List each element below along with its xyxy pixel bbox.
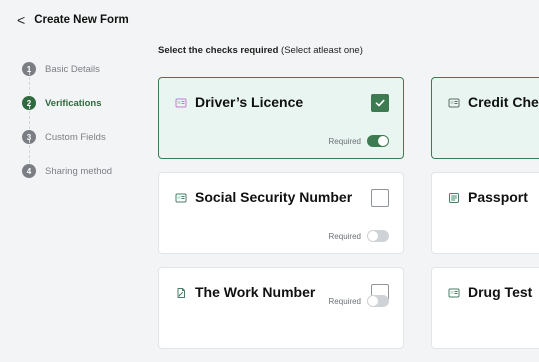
instruction-rest: (Select atleast one) [278, 45, 363, 56]
step-label: Sharing method [45, 165, 113, 177]
toggle-knob [368, 296, 378, 306]
instruction-strong: Select the checks required [158, 45, 279, 56]
topbar: < Create New Form [0, 0, 539, 40]
check-icon [375, 99, 385, 107]
passport-icon [448, 191, 460, 203]
page-title: Create New Form [34, 14, 129, 26]
step-sharing-method[interactable]: 4 Sharing method [22, 154, 142, 188]
create-new-form-page: < Create New Form 1 Basic Details 2 Veri… [0, 0, 539, 362]
card-title: Drug Test [468, 284, 533, 300]
required-toggle-row: Required [329, 230, 389, 242]
card-title: Driver’s Licence [195, 94, 304, 110]
id-card-icon [175, 191, 187, 203]
sidebar: 1 Basic Details 2 Verifications 3 Custom… [14, 40, 142, 362]
main-content: Select the checks required (Select atlea… [142, 40, 539, 362]
checkbox[interactable] [371, 189, 389, 207]
toggle-knob [368, 231, 378, 241]
step-label: Custom Fields [45, 131, 106, 143]
required-toggle-row: Required [329, 295, 389, 307]
verification-card-the-work-number[interactable]: The Work Number Required [158, 267, 404, 349]
step-label: Basic Details [45, 63, 100, 75]
step-verifications[interactable]: 2 Verifications [22, 86, 142, 134]
required-toggle[interactable] [367, 230, 389, 242]
toggle-knob [378, 136, 388, 146]
card-header: Drug Test [448, 284, 532, 300]
card-header: Credit Chec [448, 94, 539, 110]
stepper: 1 Basic Details 2 Verifications 3 Custom… [22, 52, 142, 188]
id-card-icon [448, 96, 460, 108]
card-header: The Work Number [175, 284, 315, 300]
step-custom-fields[interactable]: 3 Custom Fields [22, 120, 142, 168]
required-toggle-row: Required [329, 135, 389, 147]
verification-card-passport[interactable]: Passport [431, 172, 539, 254]
step-basic-details[interactable]: 1 Basic Details [22, 52, 142, 100]
card-header: Driver’s Licence [175, 94, 303, 110]
verification-card-drivers-licence[interactable]: Driver’s Licence Required [158, 77, 404, 159]
required-label: Required [328, 231, 361, 241]
checkbox[interactable] [371, 94, 389, 112]
id-card-icon [448, 286, 460, 298]
verification-card-social-security-number[interactable]: Social Security Number Required [158, 172, 404, 254]
back-chevron-icon[interactable]: < [17, 13, 25, 27]
document-edit-icon [175, 286, 187, 298]
id-card-icon [175, 96, 187, 108]
verification-card-credit-check[interactable]: Credit Chec [431, 77, 539, 159]
card-title: The Work Number [195, 284, 316, 300]
instruction-text: Select the checks required (Select atlea… [158, 45, 363, 56]
required-label: Required [328, 136, 361, 146]
card-title: Credit Chec [468, 94, 539, 110]
step-label: Verifications [45, 97, 102, 109]
required-toggle[interactable] [367, 135, 389, 147]
verification-card-drug-test[interactable]: Drug Test [431, 267, 539, 349]
step-number-badge: 4 [22, 164, 36, 178]
card-title: Passport [468, 189, 528, 205]
required-toggle[interactable] [367, 295, 389, 307]
card-header: Social Security Number [175, 189, 352, 205]
card-title: Social Security Number [195, 189, 353, 205]
required-label: Required [328, 296, 361, 306]
card-header: Passport [448, 189, 528, 205]
